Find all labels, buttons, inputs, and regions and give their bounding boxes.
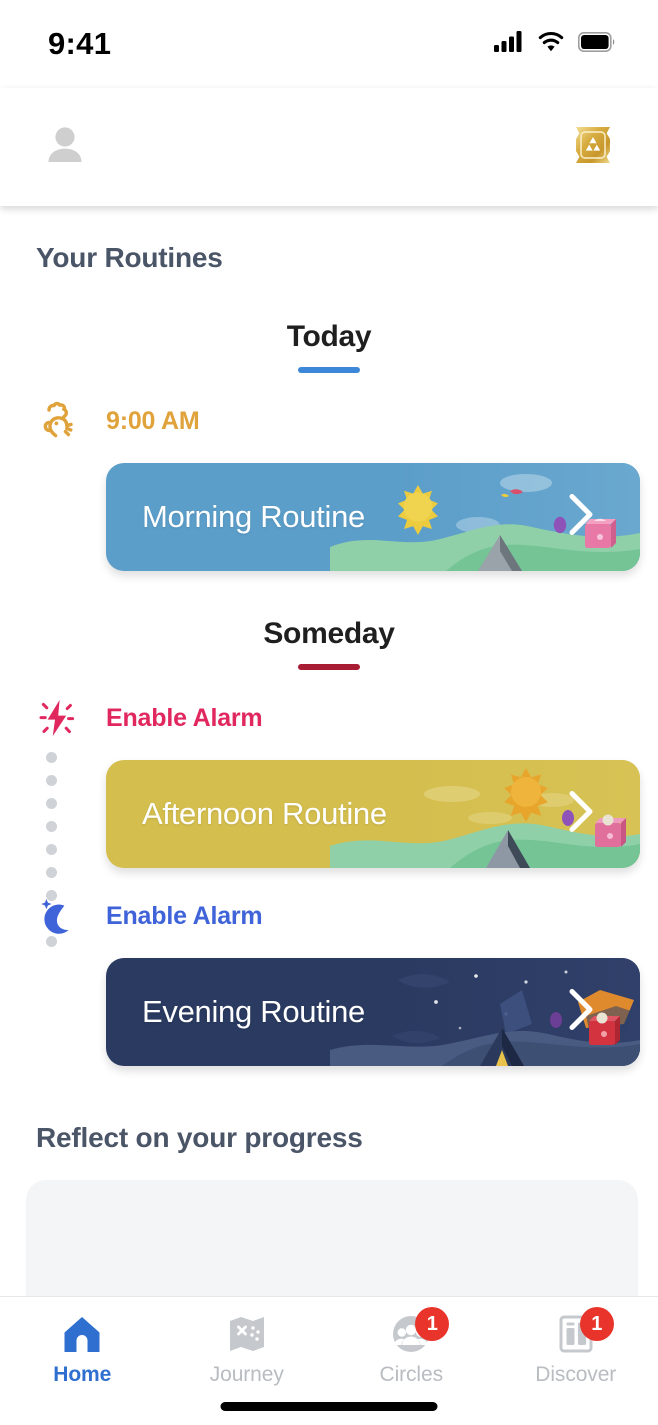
cellular-signal-icon [494,31,524,57]
person-avatar-icon [42,122,88,173]
routine-card-evening[interactable]: Evening Routine [106,958,640,1066]
alarm-label: Enable Alarm [106,703,263,732]
tab-label: Journey [209,1363,284,1386]
crescent-moon-icon [30,889,84,943]
status-bar-time: 9:41 [48,26,112,61]
alarm-row-morning[interactable]: 9:00 AM [0,393,658,449]
achievement-badge-button[interactable] [560,117,626,177]
day-underline [298,367,360,373]
chevron-right-icon [566,492,596,543]
reflect-progress-card[interactable] [26,1180,638,1300]
wifi-icon [537,31,565,57]
chevron-right-icon [566,789,596,840]
routine-item-afternoon: Enable Alarm Afternoon Routine [0,690,658,947]
tab-circles[interactable]: 1 Circles [329,1297,494,1387]
alarm-row-afternoon[interactable]: Enable Alarm [0,690,658,746]
status-bar: 9:41 [0,0,658,88]
tab-label: Discover [535,1363,617,1386]
app-header [0,88,658,206]
day-label: Someday [263,617,395,650]
day-group-header-someday: Someday [0,617,658,670]
routine-item-morning: 9:00 AM Morning Routine [0,393,658,571]
routine-card-title: Morning Routine [142,499,365,534]
chevron-right-icon [566,987,596,1038]
gold-achievement-badge-icon [567,121,619,174]
tab-badge-discover: 1 [579,1307,614,1341]
routine-card-title: Evening Routine [142,994,365,1029]
day-group-header-today: Today [0,320,658,373]
status-bar-icons [494,31,616,57]
home-indicator [220,1402,438,1411]
routine-card-wrap-afternoon: Afternoon Routine [0,746,658,868]
routine-card-title: Afternoon Routine [142,796,387,831]
battery-icon [578,31,616,57]
routine-card-afternoon[interactable]: Afternoon Routine [106,760,640,868]
routine-card-morning[interactable]: Morning Routine [106,463,640,571]
alarm-label: Enable Alarm [106,901,263,930]
alarm-row-evening[interactable]: Enable Alarm [0,888,658,944]
tab-journey[interactable]: Journey [165,1297,330,1387]
tab-badge-circles: 1 [415,1307,450,1341]
routine-card-wrap-evening: Evening Routine [0,944,658,1066]
alarm-label: 9:00 AM [106,406,200,435]
day-underline [298,664,360,670]
tab-label: Home [53,1363,112,1386]
profile-avatar-button[interactable] [32,114,98,180]
routines-scroll-area[interactable]: Your Routines Today 9:00 AM Morning Rout… [0,206,658,1300]
routine-item-evening: Enable Alarm Evening Routine [0,888,658,1066]
bottom-tab-bar: Home Journey 1 Circles 1 Discover [0,1296,658,1425]
reflect-section-title: Reflect on your progress [36,1122,363,1153]
routine-card-wrap-morning: Morning Routine [0,449,658,571]
page-title: Your Routines [36,242,223,273]
people-icon: 1 [387,1307,450,1357]
lightning-bolt-icon [30,691,84,745]
document-icon: 1 [552,1307,614,1357]
tab-label: Circles [379,1363,444,1386]
home-icon [58,1311,106,1357]
tab-home[interactable]: Home [0,1297,165,1387]
day-label: Today [286,320,372,353]
map-icon [223,1311,271,1357]
tab-discover[interactable]: 1 Discover [494,1297,658,1387]
rooster-icon [30,394,84,448]
